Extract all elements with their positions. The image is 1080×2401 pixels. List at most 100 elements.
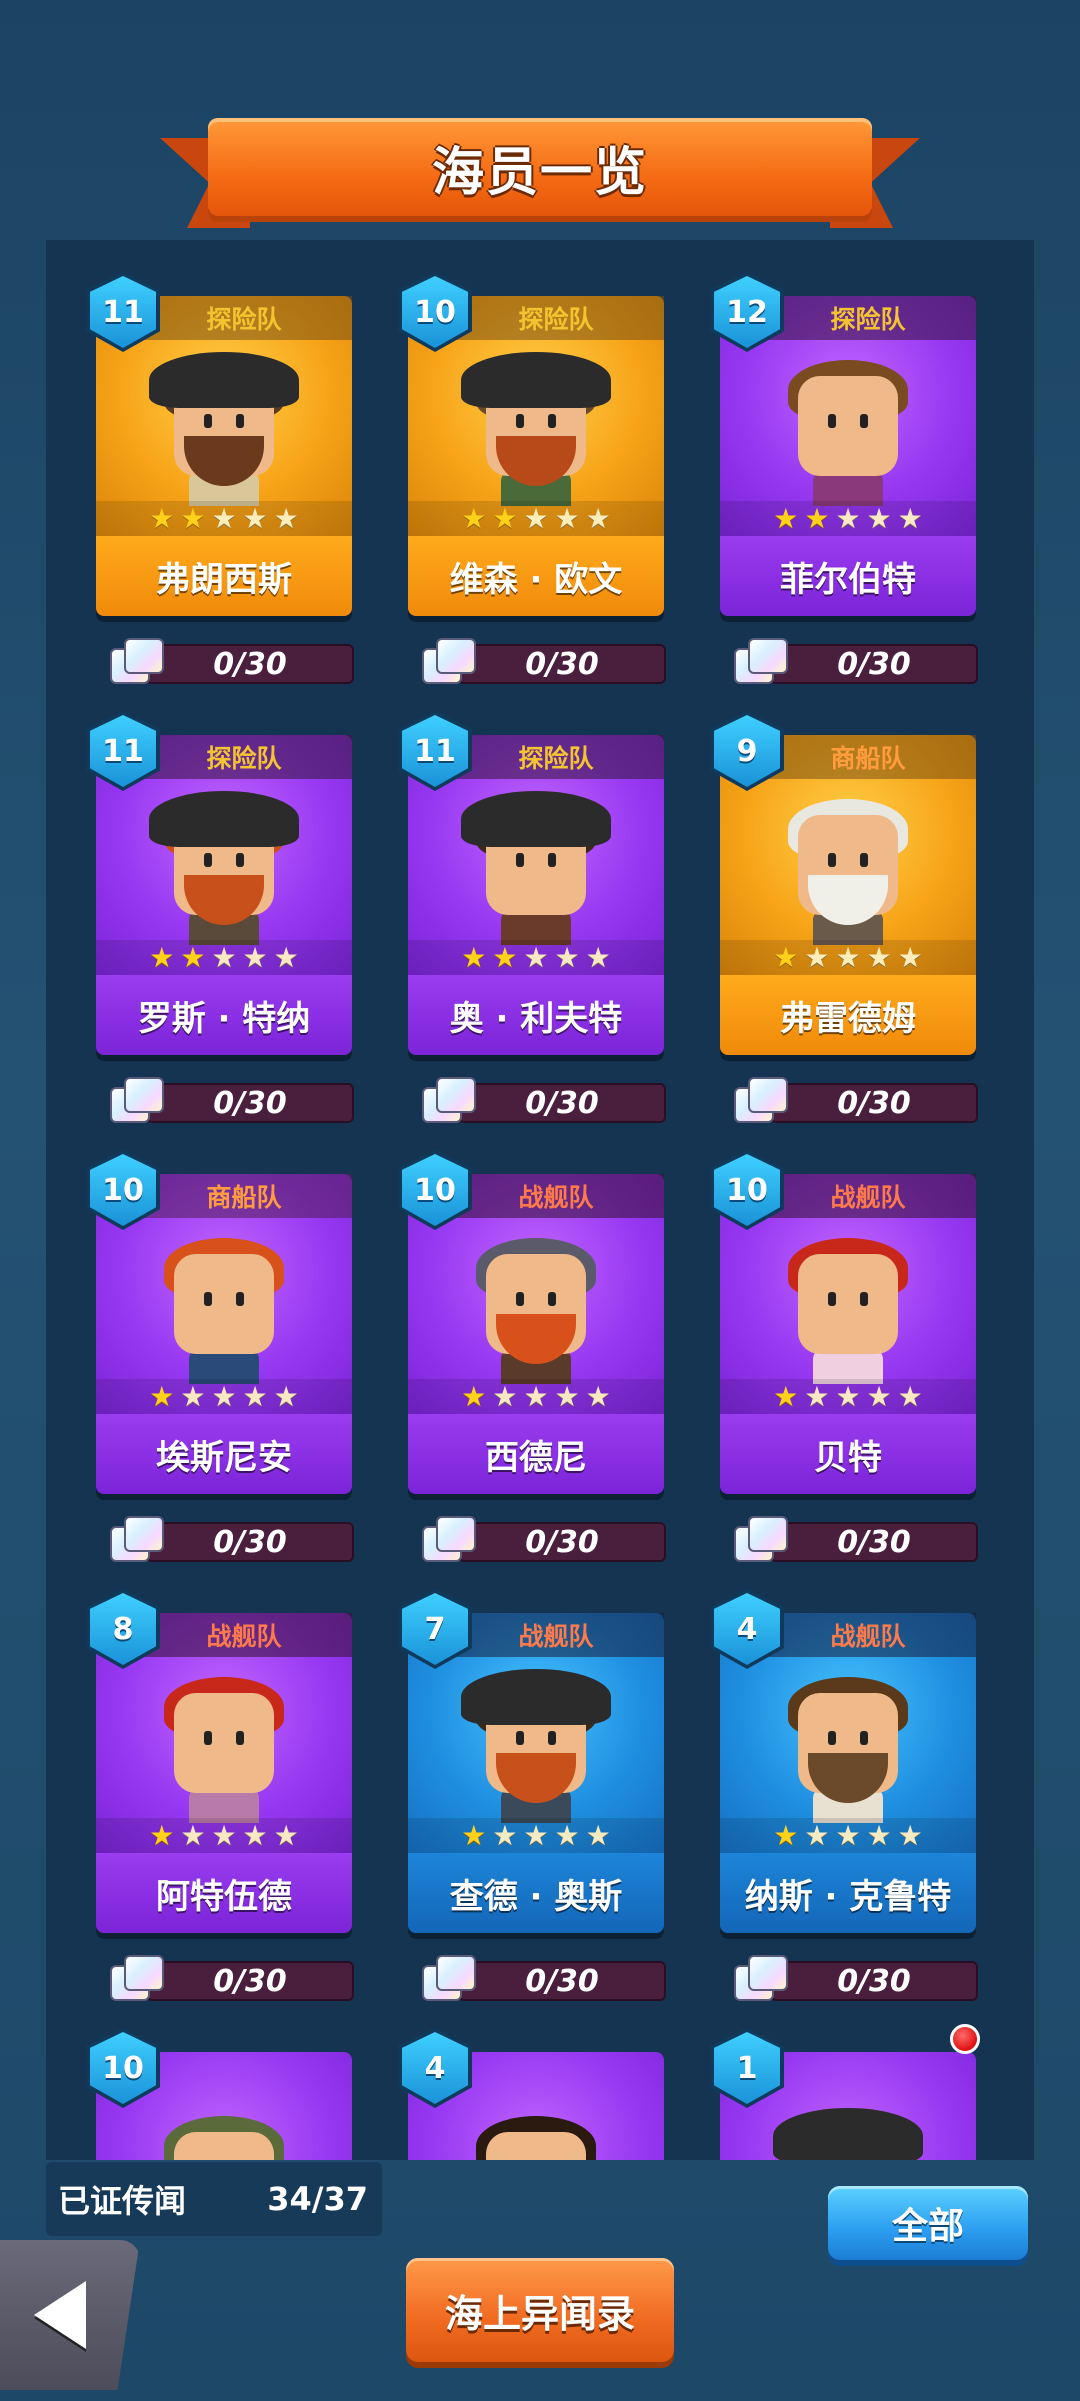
star-icon: ★ <box>273 502 299 535</box>
crew-card[interactable]: ★ ★ ★ ★ ★ 弗朗西斯 探险队 11 0/30 <box>86 272 356 696</box>
character-avatar <box>763 1653 933 1823</box>
shard-progress: 0/30 <box>730 636 978 688</box>
star-icon: ★ <box>492 941 518 974</box>
back-arrow-icon <box>34 2281 86 2349</box>
crew-card[interactable]: 10 <box>86 2028 356 2160</box>
star-icon: ★ <box>211 1819 237 1852</box>
star-icon: ★ <box>897 502 923 535</box>
crew-name: 埃斯尼安 <box>96 1414 352 1494</box>
shard-progress-value: 0/30 <box>458 1961 666 2001</box>
star-icon: ★ <box>242 1380 268 1413</box>
star-icon: ★ <box>242 1819 268 1852</box>
puzzle-piece-icon <box>106 1075 166 1127</box>
star-icon: ★ <box>492 1380 518 1413</box>
shard-progress-value: 0/30 <box>146 1083 354 1123</box>
crew-card[interactable]: ★ ★ ★ ★ ★ 维森 · 欧文 探险队 10 0/30 <box>398 272 668 696</box>
star-rating: ★ ★ ★ ★ ★ <box>720 940 976 976</box>
star-icon: ★ <box>554 941 580 974</box>
star-icon: ★ <box>773 1380 799 1413</box>
character-avatar <box>451 1214 621 1384</box>
star-icon: ★ <box>180 1380 206 1413</box>
filter-all-button[interactable]: 全部 <box>828 2186 1028 2260</box>
star-icon: ★ <box>554 1819 580 1852</box>
star-icon: ★ <box>523 941 549 974</box>
shard-progress: 0/30 <box>418 1514 666 1566</box>
crew-card[interactable]: ★ ★ ★ ★ ★ 弗雷德姆 商船队 9 0/30 <box>710 711 980 1135</box>
puzzle-piece-icon <box>106 636 166 688</box>
crew-card[interactable]: ★ ★ ★ ★ ★ 纳斯 · 克鲁特 战舰队 4 0/30 <box>710 1589 980 2013</box>
crew-card[interactable]: ★ ★ ★ ★ ★ 菲尔伯特 探险队 12 0/30 <box>710 272 980 696</box>
star-icon: ★ <box>897 1380 923 1413</box>
star-rating: ★ ★ ★ ★ ★ <box>720 501 976 537</box>
faction-label: 商船队 <box>760 735 976 779</box>
star-icon: ★ <box>804 1819 830 1852</box>
puzzle-piece-icon <box>418 1514 478 1566</box>
faction-label: 探险队 <box>760 296 976 340</box>
star-icon: ★ <box>149 941 175 974</box>
crew-card[interactable]: ★ ★ ★ ★ ★ 埃斯尼安 商船队 10 0/30 <box>86 1150 356 1574</box>
crew-name: 弗朗西斯 <box>96 536 352 616</box>
star-rating: ★ ★ ★ ★ ★ <box>408 1818 664 1854</box>
character-avatar <box>763 2092 933 2160</box>
star-icon: ★ <box>242 502 268 535</box>
star-icon: ★ <box>492 1819 518 1852</box>
crew-grid[interactable]: ★ ★ ★ ★ ★ 弗朗西斯 探险队 11 0/30 ★ ★ ★ ★ ★ 维森 · 欧文 探险队 10 0/30 ★… <box>46 240 1034 2160</box>
puzzle-piece-icon <box>106 1953 166 2005</box>
star-rating: ★ ★ ★ ★ ★ <box>96 1379 352 1415</box>
shard-progress-value: 0/30 <box>458 1522 666 1562</box>
crew-name: 菲尔伯特 <box>720 536 976 616</box>
crew-name: 纳斯 · 克鲁特 <box>720 1853 976 1933</box>
star-icon: ★ <box>835 502 861 535</box>
faction-label: 战舰队 <box>760 1613 976 1657</box>
sea-rumors-log-button[interactable]: 海上异闻录 <box>406 2258 674 2362</box>
shard-progress-value: 0/30 <box>146 1961 354 2001</box>
star-icon: ★ <box>835 1380 861 1413</box>
crew-card[interactable]: ★ ★ ★ ★ ★ 阿特伍德 战舰队 8 0/30 <box>86 1589 356 2013</box>
star-icon: ★ <box>585 1819 611 1852</box>
crew-name: 贝特 <box>720 1414 976 1494</box>
star-icon: ★ <box>866 941 892 974</box>
star-icon: ★ <box>461 1819 487 1852</box>
star-icon: ★ <box>897 1819 923 1852</box>
character-avatar <box>763 1214 933 1384</box>
faction-label: 探险队 <box>448 296 664 340</box>
star-icon: ★ <box>804 941 830 974</box>
crew-card[interactable]: ★ ★ ★ ★ ★ 罗斯 · 特纳 探险队 11 0/30 <box>86 711 356 1135</box>
crew-name: 弗雷德姆 <box>720 975 976 1055</box>
crew-name: 维森 · 欧文 <box>408 536 664 616</box>
shard-progress: 0/30 <box>106 1953 354 2005</box>
star-icon: ★ <box>211 1380 237 1413</box>
star-icon: ★ <box>149 1380 175 1413</box>
crew-card[interactable]: ★ ★ ★ ★ ★ 查德 · 奥斯 战舰队 7 0/30 <box>398 1589 668 2013</box>
star-icon: ★ <box>523 1819 549 1852</box>
character-avatar <box>451 775 621 945</box>
star-icon: ★ <box>523 502 549 535</box>
crew-name: 奥 · 利夫特 <box>408 975 664 1055</box>
puzzle-piece-icon <box>730 1514 790 1566</box>
faction-label: 战舰队 <box>448 1613 664 1657</box>
star-icon: ★ <box>273 1380 299 1413</box>
shard-progress-value: 0/30 <box>770 1961 978 2001</box>
shard-progress: 0/30 <box>730 1953 978 2005</box>
crew-card[interactable]: ★ ★ ★ ★ ★ 贝特 战舰队 10 0/30 <box>710 1150 980 1574</box>
shard-progress: 0/30 <box>418 1075 666 1127</box>
shard-progress-value: 0/30 <box>146 1522 354 1562</box>
crew-card[interactable]: ★ ★ ★ ★ ★ 奥 · 利夫特 探险队 11 0/30 <box>398 711 668 1135</box>
shard-progress-value: 0/30 <box>146 644 354 684</box>
shard-progress-value: 0/30 <box>770 1522 978 1562</box>
shard-progress: 0/30 <box>418 636 666 688</box>
back-button[interactable] <box>0 2240 140 2390</box>
star-icon: ★ <box>773 941 799 974</box>
shard-progress: 0/30 <box>730 1075 978 1127</box>
faction-label: 战舰队 <box>136 1613 352 1657</box>
star-icon: ★ <box>773 1819 799 1852</box>
crew-card[interactable]: ★ ★ ★ ★ ★ 西德尼 战舰队 10 0/30 <box>398 1150 668 1574</box>
star-icon: ★ <box>866 1380 892 1413</box>
shard-progress-value: 0/30 <box>458 644 666 684</box>
page-title: 海员一览 <box>431 142 648 203</box>
star-icon: ★ <box>211 941 237 974</box>
crew-card[interactable]: 4 <box>398 2028 668 2160</box>
shard-progress: 0/30 <box>106 1075 354 1127</box>
star-rating: ★ ★ ★ ★ ★ <box>408 1379 664 1415</box>
crew-card[interactable]: 1 <box>710 2024 980 2160</box>
